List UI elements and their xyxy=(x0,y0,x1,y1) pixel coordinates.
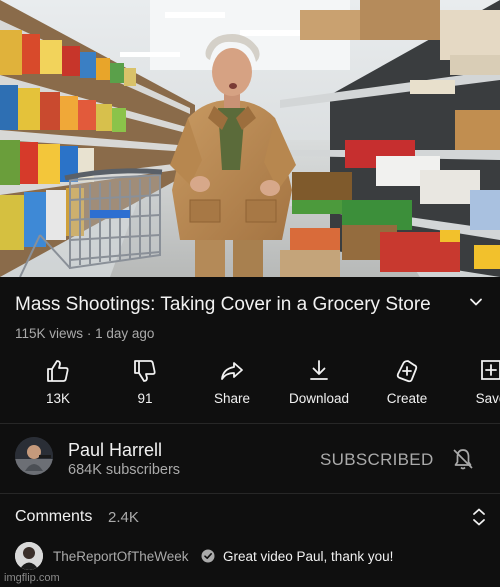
video-title-row[interactable]: Mass Shootings: Taking Cover in a Grocer… xyxy=(15,293,485,319)
comment-avatar[interactable] xyxy=(15,542,43,570)
comments-count: 2.4K xyxy=(108,509,139,526)
avatar-image xyxy=(15,437,53,475)
share-icon xyxy=(221,362,243,380)
verified-check-icon xyxy=(201,549,215,563)
save-to-playlist-icon xyxy=(481,360,500,380)
thumbs-up-icon xyxy=(47,360,69,382)
comment-text: Great video Paul, thank you! xyxy=(223,549,394,564)
video-player[interactable] xyxy=(0,0,500,277)
download-label: Download xyxy=(288,391,350,406)
view-count: 115K views xyxy=(15,326,84,341)
save-button[interactable]: Save xyxy=(446,358,500,406)
comment-author[interactable]: TheReportOfTheWeek xyxy=(53,549,189,564)
divider xyxy=(0,423,500,424)
dislike-count: 91 xyxy=(137,391,153,406)
meta-separator: · xyxy=(86,326,92,341)
like-button[interactable]: 13K xyxy=(13,358,103,406)
download-button[interactable]: Download xyxy=(274,358,364,406)
watermark: imgflip.com xyxy=(4,572,60,584)
share-button[interactable]: Share xyxy=(187,358,277,406)
create-icon xyxy=(396,360,418,383)
dislike-button[interactable]: 91 xyxy=(100,358,190,406)
create-button[interactable]: Create xyxy=(362,358,452,406)
save-label: Save xyxy=(475,391,500,406)
expand-icon[interactable] xyxy=(471,507,487,527)
subscribed-button[interactable]: SUBSCRIBED xyxy=(320,450,434,470)
channel-name[interactable]: Paul Harrell xyxy=(68,440,162,461)
action-bar: 13K 91 Share Download Create Save xyxy=(0,358,500,414)
download-icon xyxy=(310,360,328,380)
share-label: Share xyxy=(213,391,251,406)
thumbs-down-icon xyxy=(134,360,156,382)
create-label: Create xyxy=(386,391,428,406)
subscriber-count: 684K subscribers xyxy=(68,462,181,478)
video-frame-scene xyxy=(0,0,500,277)
comments-heading[interactable]: Comments xyxy=(15,508,92,526)
upload-age: 1 day ago xyxy=(95,326,155,341)
video-title: Mass Shootings: Taking Cover in a Grocer… xyxy=(15,294,431,315)
channel-avatar[interactable] xyxy=(15,437,53,475)
chevron-down-icon[interactable] xyxy=(469,295,483,309)
bell-off-icon[interactable] xyxy=(451,447,475,471)
divider xyxy=(0,493,500,494)
video-meta: 115K views · 1 day ago xyxy=(15,326,154,341)
like-count: 13K xyxy=(45,391,71,406)
avatar-image xyxy=(15,542,43,570)
